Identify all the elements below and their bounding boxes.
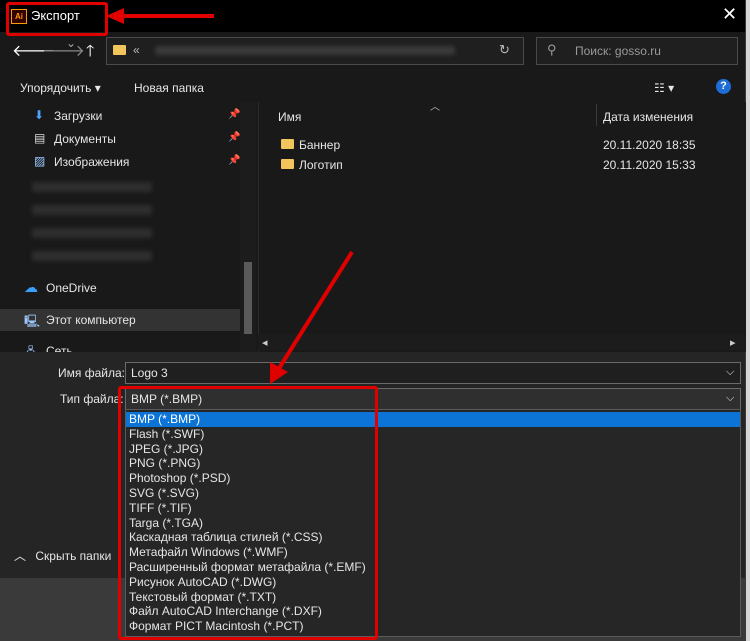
sidebar-item-onedrive[interactable]: ☁ OneDrive [0,277,240,299]
search-icon: ⚲ [547,42,557,57]
filename-input[interactable]: Logo 3 ⌵ [125,362,741,384]
hide-folders-label: Скрыть папки [35,549,112,563]
pin-icon[interactable]: 📌 [228,132,240,143]
pin-icon[interactable]: 📌 [228,155,240,166]
navigation-pane: ⬇ Загрузки 📌 ▤ Документы 📌 ▨ Изображения… [0,102,258,352]
pictures-icon: ▨ [34,154,46,168]
sidebar-item-this-pc[interactable]: 🖳 Этот компьютер [0,309,240,331]
sidebar-item-label: Сеть [46,344,73,352]
recent-locations-chevron-icon[interactable]: ⌄ [66,36,76,50]
sidebar-item-documents[interactable]: ▤ Документы 📌 [0,128,240,150]
chevron-down-icon[interactable]: ⌵ [726,366,734,379]
help-icon[interactable]: ? [716,79,731,94]
background-edge [746,0,750,641]
document-icon: ▤ [34,131,46,145]
annotation-box-file-types [118,386,378,640]
chevron-up-icon: ︿ [14,549,27,563]
sidebar-item-label: Изображения [54,155,130,169]
sidebar-item-label: Этот компьютер [46,313,136,327]
computer-icon: 🖳 [24,314,41,328]
up-arrow-icon[interactable]: 🡑 [86,40,94,67]
sidebar-item-downloads[interactable]: ⬇ Загрузки 📌 [0,105,240,127]
sidebar-item-network[interactable]: 🖧 Сеть [0,340,240,352]
scroll-left-icon[interactable]: ◂ [262,336,268,349]
annotation-box-title [6,2,108,36]
command-bar: Упорядочить ▾ Новая папка ☷ ▾ [0,72,745,102]
file-name: Баннер [299,138,341,152]
search-placeholder: Поиск: gosso.ru [575,44,661,58]
filename-label: Имя файла: [58,366,125,380]
folder-icon [113,45,126,55]
horizontal-scrollbar[interactable]: ◂ ▸ [258,334,745,350]
blurred-folder [32,182,152,192]
sidebar-scrollbar-thumb[interactable] [244,262,252,334]
sidebar-item-label: Документы [54,132,116,146]
column-divider[interactable] [596,104,597,126]
sidebar-item-label: Загрузки [54,109,103,123]
address-path-blurred [155,46,455,55]
filename-value: Logo 3 [131,366,168,380]
hide-folders-button[interactable]: ︿ Скрыть папки [14,547,111,564]
blurred-folder [32,228,152,238]
folder-icon [281,139,294,149]
download-icon: ⬇ [34,108,45,122]
view-options-button[interactable]: ☷ ▾ [654,81,674,95]
file-date: 20.11.2020 15:33 [603,158,696,172]
sidebar-item-pictures[interactable]: ▨ Изображения 📌 [0,151,240,173]
blurred-folder [32,251,152,261]
file-type-label: Тип файла: [60,392,124,406]
file-date: 20.11.2020 18:35 [603,138,696,152]
chevron-down-icon[interactable]: ⌵ [726,392,734,405]
scroll-right-icon[interactable]: ▸ [730,336,736,349]
column-header-name[interactable]: Имя [278,110,301,124]
column-header-date[interactable]: Дата изменения [603,110,693,124]
file-name: Логотип [299,158,343,172]
organize-button[interactable]: Упорядочить ▾ [20,81,101,95]
search-input[interactable]: ⚲ Поиск: gosso.ru [536,37,738,65]
forward-arrow-icon[interactable]: 🡒 [42,40,85,61]
address-bar[interactable]: « ↻ [106,37,524,65]
blurred-folder [32,205,152,215]
address-overflow-icon[interactable]: « [133,43,140,57]
title-bar: Ai Экспорт ✕ [0,0,745,32]
folder-icon [281,159,294,169]
sort-ascending-icon: ︿ [430,102,440,113]
cloud-icon: ☁ [24,279,38,295]
pin-icon[interactable]: 📌 [228,109,240,120]
refresh-icon[interactable]: ↻ [499,42,510,58]
network-icon: 🖧 [24,345,38,352]
sidebar-item-label: OneDrive [46,281,97,295]
close-icon[interactable]: ✕ [722,4,737,25]
new-folder-button[interactable]: Новая папка [134,81,204,95]
